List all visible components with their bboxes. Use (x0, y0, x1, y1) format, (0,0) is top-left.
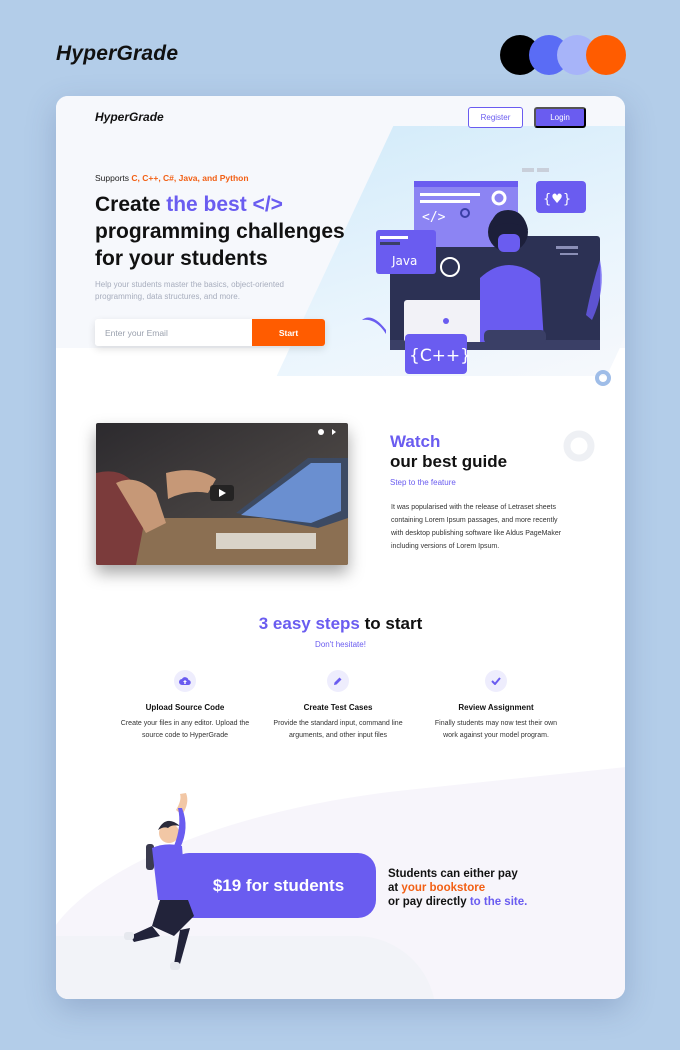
hero-title-part1: Create (95, 193, 167, 216)
step-description: Finally students may now test their own … (434, 720, 558, 739)
pencil-icon (327, 670, 349, 692)
java-tag: Java (391, 254, 417, 268)
nav-logo[interactable]: HyperGrade (95, 110, 164, 124)
steps-title-rest: to start (359, 614, 423, 633)
step-title: Create Test Cases (303, 703, 373, 712)
supports-prefix: Supports (95, 173, 132, 183)
pricing-line1: Students can either pay (388, 868, 518, 880)
color-palette (500, 35, 626, 75)
guide-body: It was popularised with the release of L… (391, 504, 562, 550)
check-icon (485, 670, 507, 692)
step-title: Upload Source Code (145, 703, 225, 712)
play-button-icon[interactable] (210, 485, 234, 501)
pricing-text: Students can either pay at your bookstor… (388, 867, 527, 909)
hero-illustration: </> {♥} Java {C++} (362, 168, 611, 386)
pricing-line2: at your bookstore (388, 881, 527, 895)
site-link[interactable]: to the site. (470, 896, 528, 908)
pricing-line2-prefix: at (388, 882, 402, 894)
bookstore-link[interactable]: your bookstore (401, 882, 485, 894)
brand-logo: HyperGrade (56, 42, 179, 65)
pricing-line3: or pay directly to the site. (388, 895, 527, 909)
step-upload: Upload Source Code Create your files in … (120, 670, 250, 742)
steps-title: 3 easy steps to start (56, 614, 625, 634)
step-description: Create your files in any editor. Upload … (120, 720, 250, 739)
supported-languages: Supports C, C++, C#, Java, and Python (95, 173, 249, 183)
cpp-badge: {C++} (409, 346, 471, 366)
landing-page-card: HyperGrade Register Login Supports C, C+… (56, 96, 625, 999)
step-test-cases: Create Test Cases Provide the standard i… (273, 670, 403, 742)
heart-badge: {♥} (543, 192, 571, 207)
step-description: Provide the standard input, command line… (273, 720, 403, 739)
languages-list: C, C++, C#, Java, and Python (131, 173, 249, 183)
bottom-wave-lower (56, 936, 436, 999)
step-title: Review Assignment (458, 703, 534, 712)
code-tag: </> (422, 210, 446, 225)
guide-subtitle: Step to the feature (390, 478, 456, 487)
gear-icon (563, 430, 595, 462)
login-button[interactable]: Login (534, 107, 586, 128)
guide-video[interactable] (96, 423, 348, 565)
jumping-student-illustration (124, 793, 194, 970)
start-button[interactable]: Start (252, 319, 325, 346)
swatch-orange (586, 35, 626, 75)
hero-title-part2: programming challenges for your students (95, 220, 345, 270)
cloud-upload-icon (174, 670, 196, 692)
guide-title-accent: Watch (390, 432, 441, 451)
hero-title-accent: the best </> (166, 193, 283, 216)
step-review: Review Assignment Finally students may n… (431, 670, 561, 742)
steps-subtitle: Don't hesitate! (315, 640, 366, 649)
hero-subtitle: Help your students master the basics, ob… (95, 280, 284, 301)
hero-title: Create the best </> programming challeng… (95, 191, 365, 272)
steps-title-accent: 3 easy steps (258, 614, 360, 633)
register-button[interactable]: Register (468, 107, 523, 128)
email-input[interactable] (95, 319, 252, 346)
guide-title: our best guide (390, 452, 508, 471)
email-signup-form: Start (95, 319, 325, 346)
pricing-line3-prefix: or pay directly (388, 896, 470, 908)
